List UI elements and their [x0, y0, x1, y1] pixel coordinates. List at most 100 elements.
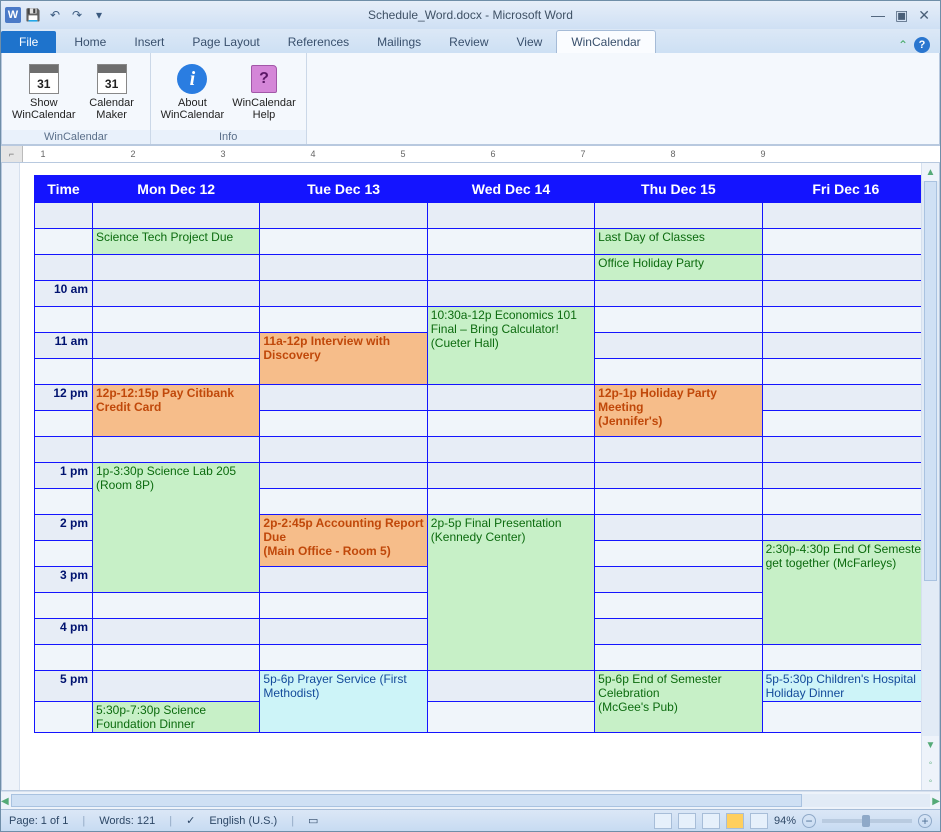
- col-tue: Tue Dec 13: [260, 176, 427, 203]
- ribbon-tabstrip: File Home Insert Page Layout References …: [1, 29, 940, 53]
- zoom-in-button[interactable]: +: [918, 814, 932, 828]
- qat-redo-button[interactable]: ↷: [67, 5, 87, 25]
- file-tab[interactable]: File: [1, 31, 56, 53]
- time-cell: [35, 645, 93, 671]
- event-cell[interactable]: 2p-2:45p Accounting Report Due (Main Off…: [260, 515, 427, 567]
- event-cell[interactable]: 2:30p-4:30p End Of Semester get together…: [762, 541, 921, 645]
- event-cell[interactable]: 5p-5:30p Children's Hospital Holiday Din…: [762, 671, 921, 702]
- ribbon-group-label: WinCalendar: [2, 130, 150, 144]
- horizontal-ruler[interactable]: ⌐ 123456789: [1, 145, 940, 163]
- browse-next-icon[interactable]: ◦: [922, 772, 939, 790]
- show-wincalendar-button[interactable]: 31 ShowWinCalendar: [12, 63, 76, 121]
- event-cell[interactable]: Science Tech Project Due: [93, 229, 260, 255]
- time-cell: 12 pm: [35, 385, 93, 411]
- calendar-icon: 31: [97, 64, 127, 94]
- word-app-icon: W: [5, 7, 21, 23]
- calendar-maker-button[interactable]: 31 CalendarMaker: [84, 63, 140, 121]
- tab-view[interactable]: View: [503, 31, 557, 53]
- time-cell: [35, 229, 93, 255]
- view-fullscreen-button[interactable]: [678, 813, 696, 829]
- time-cell: 3 pm: [35, 567, 93, 593]
- table-header-row: Time Mon Dec 12 Tue Dec 13 Wed Dec 14 Th…: [35, 176, 922, 203]
- window-frame: W 💾 ↶ ↷ ▾ Schedule_Word.docx - Microsoft…: [0, 0, 941, 832]
- time-cell: [35, 203, 93, 229]
- status-page[interactable]: Page: 1 of 1: [9, 815, 68, 827]
- ribbon-group-info: i AboutWinCalendar ? WinCalendarHelp Inf…: [151, 53, 307, 144]
- time-cell: [35, 489, 93, 515]
- vertical-ruler[interactable]: [2, 163, 20, 790]
- qat-customize-button[interactable]: ▾: [89, 5, 109, 25]
- wincalendar-help-button[interactable]: ? WinCalendarHelp: [232, 63, 296, 121]
- tab-wincalendar[interactable]: WinCalendar: [556, 30, 655, 53]
- hscroll-thumb[interactable]: [11, 794, 802, 807]
- scroll-right-icon[interactable]: ▶: [932, 792, 940, 810]
- minimize-ribbon-icon[interactable]: ⌃: [898, 38, 908, 52]
- col-fri: Fri Dec 16: [762, 176, 921, 203]
- status-words[interactable]: Words: 121: [99, 815, 155, 827]
- about-wincalendar-button[interactable]: i AboutWinCalendar: [161, 63, 225, 121]
- view-outline-button[interactable]: [726, 813, 744, 829]
- tab-references[interactable]: References: [274, 31, 363, 53]
- zoom-out-button[interactable]: −: [802, 814, 816, 828]
- status-language[interactable]: English (U.S.): [209, 815, 277, 827]
- horizontal-scrollbar[interactable]: ◀ ▶: [1, 791, 940, 809]
- view-print-layout-button[interactable]: [654, 813, 672, 829]
- time-cell: [35, 593, 93, 619]
- time-cell: [35, 541, 93, 567]
- tab-review[interactable]: Review: [435, 31, 502, 53]
- insert-mode-icon[interactable]: ▭: [308, 814, 318, 827]
- scroll-left-icon[interactable]: ◀: [1, 792, 9, 810]
- event-cell[interactable]: 12p-1p Holiday Party Meeting (Jennifer's…: [595, 385, 762, 437]
- document-content[interactable]: Time Mon Dec 12 Tue Dec 13 Wed Dec 14 Th…: [20, 163, 921, 790]
- minimize-button[interactable]: —: [871, 7, 885, 24]
- vertical-scrollbar[interactable]: ▲ ▼ ◦ ◦: [921, 163, 939, 790]
- time-cell: [35, 255, 93, 281]
- qat-save-button[interactable]: 💾: [23, 5, 43, 25]
- calendar-table: Time Mon Dec 12 Tue Dec 13 Wed Dec 14 Th…: [34, 175, 921, 733]
- document-area: Time Mon Dec 12 Tue Dec 13 Wed Dec 14 Th…: [1, 163, 940, 791]
- col-thu: Thu Dec 15: [595, 176, 762, 203]
- proofing-icon[interactable]: ✓: [186, 814, 195, 827]
- scroll-thumb[interactable]: [924, 181, 937, 581]
- col-wed: Wed Dec 14: [427, 176, 594, 203]
- close-button[interactable]: ✕: [918, 7, 930, 24]
- help-icon[interactable]: ?: [914, 37, 930, 53]
- event-cell[interactable]: 5p-6p Prayer Service (First Methodist): [260, 671, 427, 733]
- event-cell[interactable]: Last Day of Classes: [595, 229, 762, 255]
- event-cell[interactable]: 2p-5p Final Presentation (Kennedy Center…: [427, 515, 594, 671]
- event-cell[interactable]: 5p-6p End of Semester Celebration (McGee…: [595, 671, 762, 733]
- scroll-up-icon[interactable]: ▲: [922, 163, 939, 181]
- tab-mailings[interactable]: Mailings: [363, 31, 435, 53]
- view-web-layout-button[interactable]: [702, 813, 720, 829]
- qat-undo-button[interactable]: ↶: [45, 5, 65, 25]
- window-title: Schedule_Word.docx - Microsoft Word: [1, 8, 940, 22]
- event-cell[interactable]: 5:30p-7:30p Science Foundation Dinner: [93, 702, 260, 733]
- col-mon: Mon Dec 12: [93, 176, 260, 203]
- time-cell: 1 pm: [35, 463, 93, 489]
- event-cell[interactable]: 11a-12p Interview with Discovery: [260, 333, 427, 385]
- ribbon: 31 ShowWinCalendar 31 CalendarMaker WinC…: [1, 53, 940, 145]
- view-draft-button[interactable]: [750, 813, 768, 829]
- time-cell: 4 pm: [35, 619, 93, 645]
- tab-home[interactable]: Home: [60, 31, 120, 53]
- event-cell[interactable]: 1p-3:30p Science Lab 205 (Room 8P): [93, 463, 260, 593]
- browse-prev-icon[interactable]: ◦: [922, 754, 939, 772]
- scroll-down-icon[interactable]: ▼: [922, 736, 939, 754]
- event-cell[interactable]: 10:30a-12p Economics 101 Final – Bring C…: [427, 307, 594, 385]
- zoom-level[interactable]: 94%: [774, 815, 796, 827]
- time-cell: [35, 359, 93, 385]
- info-icon: i: [177, 64, 207, 94]
- calendar-icon: 31: [29, 64, 59, 94]
- zoom-slider-thumb[interactable]: [862, 815, 870, 827]
- maximize-button[interactable]: ▣: [895, 7, 908, 24]
- tab-insert[interactable]: Insert: [120, 31, 178, 53]
- time-cell: [35, 411, 93, 437]
- time-cell: [35, 702, 93, 733]
- event-cell[interactable]: 12p-12:15p Pay Citibank Credit Card: [93, 385, 260, 437]
- ribbon-group-label: Info: [151, 130, 306, 144]
- tab-page-layout[interactable]: Page Layout: [178, 31, 273, 53]
- zoom-slider[interactable]: [822, 819, 912, 823]
- ruler-track: 123456789: [23, 146, 940, 162]
- event-cell[interactable]: Office Holiday Party: [595, 255, 762, 281]
- time-cell: 5 pm: [35, 671, 93, 702]
